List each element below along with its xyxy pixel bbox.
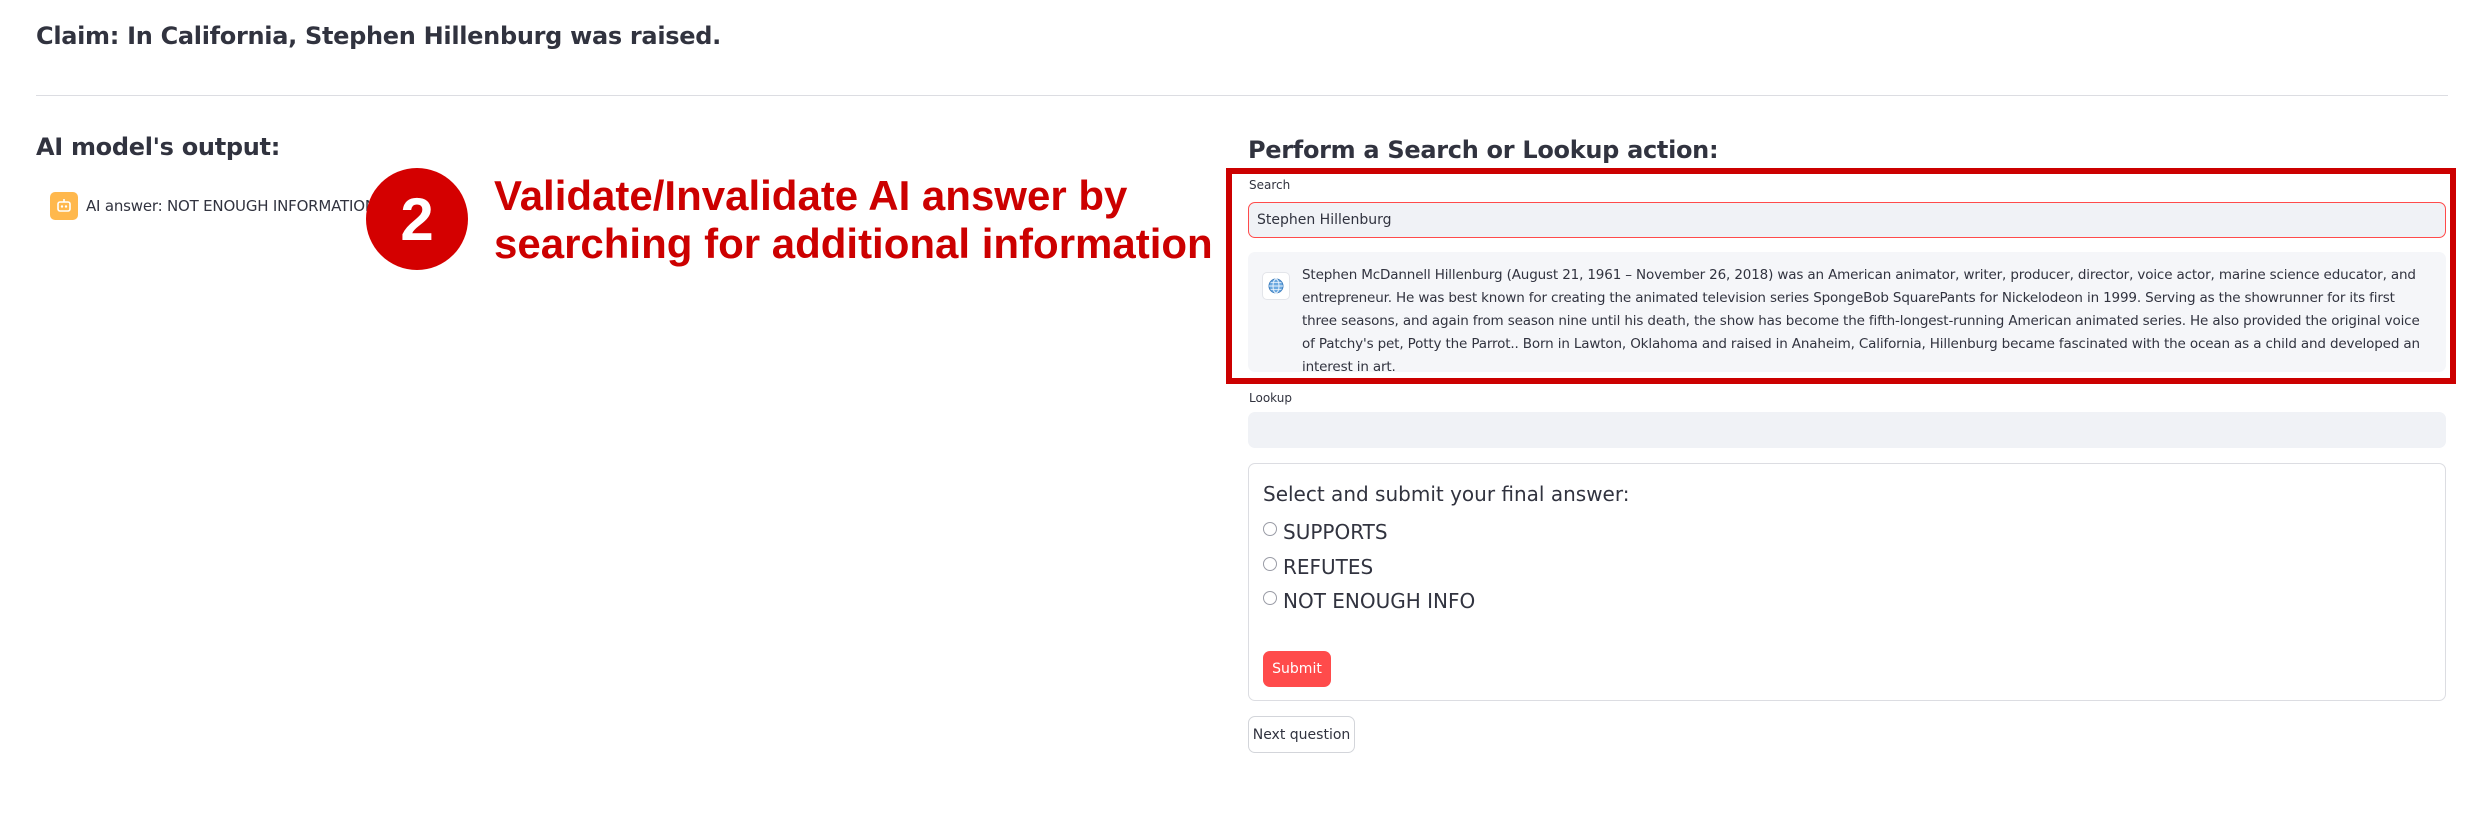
radio-button[interactable] [1263, 557, 1277, 571]
search-input[interactable]: Stephen Hillenburg [1248, 202, 2446, 238]
option-supports[interactable]: SUPPORTS [1263, 520, 1388, 544]
option-not-enough-info[interactable]: NOT ENOUGH INFO [1263, 589, 1475, 613]
radio-button[interactable] [1263, 522, 1277, 536]
ai-answer-message: AI answer: NOT ENOUGH INFORMATION [50, 192, 376, 220]
divider [36, 95, 2448, 96]
ai-output-title: AI model's output: [36, 133, 281, 161]
search-result-text: Stephen McDannell Hillenburg (August 21,… [1302, 267, 2420, 375]
ai-answer-text: AI answer: NOT ENOUGH INFORMATION [86, 197, 376, 215]
radio-button[interactable] [1263, 591, 1277, 605]
submit-button[interactable]: Submit [1263, 651, 1331, 687]
search-result: Stephen McDannell Hillenburg (August 21,… [1248, 252, 2446, 375]
annotation-text: Validate/Invalidate AI answer by searchi… [494, 172, 1213, 267]
option-label: SUPPORTS [1283, 520, 1388, 544]
globe-icon [1262, 272, 1290, 300]
robot-icon [50, 192, 78, 220]
next-question-button[interactable]: Next question [1248, 716, 1355, 753]
option-refutes[interactable]: REFUTES [1263, 555, 1373, 579]
action-title: Perform a Search or Lookup action: [1248, 136, 1719, 164]
search-label: Search [1249, 178, 1291, 192]
lookup-input[interactable] [1248, 412, 2446, 448]
option-label: REFUTES [1283, 555, 1374, 579]
form-title: Select and submit your final answer: [1263, 482, 1630, 506]
lookup-label: Lookup [1249, 391, 1292, 405]
claim-text: Claim: In California, Stephen Hillenburg… [36, 22, 721, 50]
step-number-badge: 2 [366, 168, 468, 270]
option-label: NOT ENOUGH INFO [1283, 589, 1476, 613]
final-answer-form: Select and submit your final answer: SUP… [1248, 463, 2446, 701]
